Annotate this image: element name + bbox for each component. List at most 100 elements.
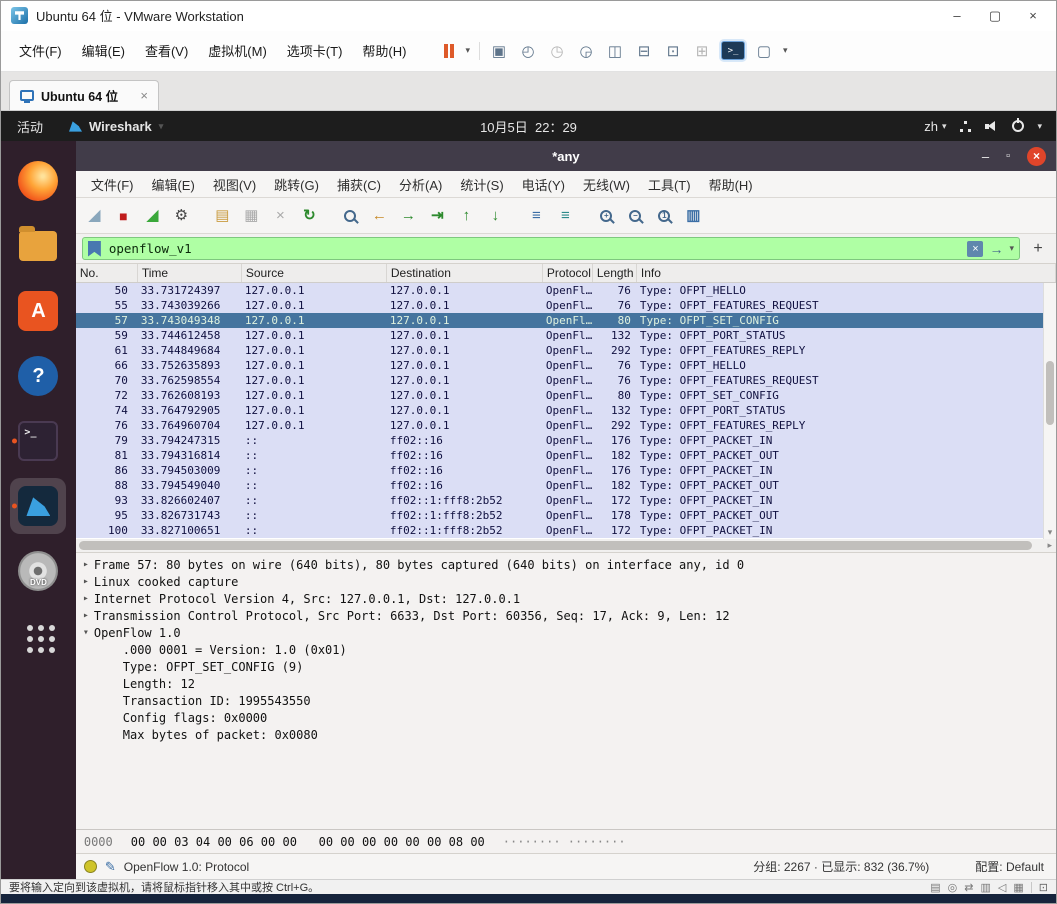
go-last-packet-icon[interactable]: ↓ <box>483 203 508 228</box>
volume-icon[interactable] <box>985 120 999 133</box>
packet-row[interactable]: 95 33.826731743 :: ff02::1:fff8:2b52 Ope… <box>75 508 1043 524</box>
find-packet-icon[interactable] <box>338 203 363 228</box>
minimize-button[interactable]: – <box>938 2 976 30</box>
packet-row[interactable]: 57 33.743049348 127.0.0.1 127.0.0.1 Open… <box>75 313 1043 329</box>
reload-file-icon[interactable]: ↻ <box>297 203 322 228</box>
vmware-menu-item[interactable]: 查看(V) <box>135 35 198 66</box>
colorize-packets-icon[interactable]: ≡ <box>524 203 549 228</box>
show-applications-icon[interactable] <box>10 608 66 664</box>
restart-capture-icon[interactable]: ◢ <box>140 203 165 228</box>
packet-row[interactable]: 55 33.743039266 127.0.0.1 127.0.0.1 Open… <box>75 298 1043 314</box>
packet-row[interactable]: 70 33.762598554 127.0.0.1 127.0.0.1 Open… <box>75 373 1043 389</box>
hex-dump-pane[interactable]: 0000 00 00 03 04 00 06 00 00 00 00 00 00… <box>75 829 1056 854</box>
wireshark-icon[interactable] <box>10 478 67 535</box>
expand-arrow-icon[interactable]: ▸ <box>78 576 94 587</box>
zoom-out-icon[interactable]: − <box>623 203 648 228</box>
vmware-menu-item[interactable]: 编辑(E) <box>72 35 135 66</box>
stop-capture-icon[interactable]: ■ <box>111 203 136 228</box>
resize-columns-icon[interactable]: ▥ <box>681 203 706 228</box>
suspend-button[interactable] <box>442 42 456 60</box>
close-button[interactable]: × <box>1027 146 1046 166</box>
filter-dropdown-icon[interactable]: ▾ <box>1009 243 1014 254</box>
column-header[interactable]: Info <box>637 264 1056 283</box>
horizontal-scrollbar[interactable]: ▸ <box>75 539 1056 554</box>
printer-icon[interactable]: ▦ <box>1013 881 1023 894</box>
profile-text[interactable]: 配置: Default <box>975 858 1044 875</box>
packet-row[interactable]: 81 33.794316814 :: ff02::16 OpenFl… 182 … <box>75 448 1043 464</box>
wireshark-menu-item[interactable]: 编辑(E) <box>142 175 203 194</box>
column-header[interactable]: Time <box>138 264 242 283</box>
stretch-guest-button[interactable]: ▢ <box>754 41 774 61</box>
maximize-button[interactable]: ▫ <box>1006 150 1010 162</box>
column-header[interactable]: No. <box>76 264 138 283</box>
suspend-caret-icon[interactable]: ▾ <box>465 45 470 56</box>
packet-row[interactable]: 50 33.731724397 127.0.0.1 127.0.0.1 Open… <box>75 283 1043 299</box>
filter-bookmark-icon[interactable] <box>87 240 101 257</box>
take-snapshot-icon[interactable]: ◴ <box>518 41 538 61</box>
clock[interactable]: 10月5日 22：29 <box>480 117 577 136</box>
vertical-scrollbar[interactable]: ▾ <box>1043 283 1056 540</box>
detail-line[interactable]: ▸ Linux cooked capture <box>78 573 1056 590</box>
network-icon[interactable] <box>959 120 972 132</box>
start-capture-icon[interactable]: ◢ <box>82 203 107 228</box>
expand-arrow-icon[interactable]: ▾ <box>78 627 94 638</box>
packet-row[interactable]: 93 33.826602407 :: ff02::1:fff8:2b52 Ope… <box>75 493 1043 509</box>
revert-snapshot-icon[interactable]: ◷ <box>547 41 567 61</box>
detail-line[interactable]: Type: OFPT_SET_CONFIG (9) <box>78 658 1056 675</box>
wireshark-menu-item[interactable]: 工具(T) <box>639 175 700 194</box>
show-library-icon[interactable]: ◫ <box>605 41 625 61</box>
scroll-right-stepper[interactable]: ▸ <box>1047 540 1052 551</box>
show-thumbnail-bar-icon[interactable]: ⊟ <box>634 41 654 61</box>
detail-line[interactable]: Length: 12 <box>78 675 1056 692</box>
help-icon[interactable]: ? <box>10 348 66 404</box>
close-file-icon[interactable]: × <box>268 203 293 228</box>
packet-row[interactable]: 88 33.794549040 :: ff02::16 OpenFl… 182 … <box>75 478 1043 494</box>
detail-line[interactable]: ▾ OpenFlow 1.0 <box>78 624 1056 641</box>
wireshark-menu-item[interactable]: 帮助(H) <box>700 175 762 194</box>
expert-info-icon[interactable] <box>83 860 97 874</box>
wireshark-menu-item[interactable]: 统计(S) <box>451 175 512 194</box>
column-header[interactable]: Protocol <box>543 264 593 283</box>
packet-row[interactable]: 76 33.764960704 127.0.0.1 127.0.0.1 Open… <box>75 418 1043 434</box>
column-header[interactable]: Source <box>242 264 387 283</box>
column-header[interactable]: Destination <box>387 264 543 283</box>
tab-close-icon[interactable]: × <box>140 88 148 103</box>
packet-row[interactable]: 86 33.794503009 :: ff02::16 OpenFl… 176 … <box>75 463 1043 479</box>
power-icon[interactable] <box>1012 120 1025 133</box>
maximize-button[interactable]: ▢ <box>976 2 1014 30</box>
scroll-down-stepper[interactable]: ▾ <box>1044 527 1056 538</box>
zoom-reset-icon[interactable]: 1 <box>652 203 677 228</box>
expand-arrow-icon[interactable]: ▸ <box>78 559 94 570</box>
detail-line[interactable]: Transaction ID: 1995543550 <box>78 692 1056 709</box>
minimize-button[interactable]: – <box>982 149 989 164</box>
clear-filter-icon[interactable]: × <box>967 240 984 257</box>
save-file-icon[interactable]: ▦ <box>239 203 264 228</box>
wireshark-menu-item[interactable]: 视图(V) <box>204 175 265 194</box>
fullscreen-icon[interactable]: ⊡ <box>663 41 683 61</box>
firefox-icon[interactable] <box>10 153 66 209</box>
display-filter-input[interactable]: openflow_v1 × → ▾ <box>81 237 1020 261</box>
unity-mode-icon[interactable]: ⊞ <box>692 41 712 61</box>
terminal-icon[interactable]: >_ <box>10 413 66 469</box>
send-ctrl-alt-del-icon[interactable]: ▣ <box>489 41 509 61</box>
wireshark-titlebar[interactable]: *any – ▫ × <box>75 141 1056 172</box>
sound-icon[interactable]: ◁ <box>998 881 1006 894</box>
go-first-packet-icon[interactable]: ↑ <box>454 203 479 228</box>
add-filter-button[interactable]: + <box>1028 240 1048 258</box>
restore-layout-icon[interactable]: ⊡ <box>1039 881 1048 894</box>
vm-tab-ubuntu[interactable]: Ubuntu 64 位 × <box>9 80 159 111</box>
capture-options-icon[interactable]: ⚙ <box>169 203 194 228</box>
packet-row[interactable]: 66 33.752635893 127.0.0.1 127.0.0.1 Open… <box>75 358 1043 374</box>
wireshark-menu-item[interactable]: 捕获(C) <box>328 175 390 194</box>
detail-line[interactable]: Config flags: 0x0000 <box>78 709 1056 726</box>
packet-row[interactable]: 59 33.744612458 127.0.0.1 127.0.0.1 Open… <box>75 328 1043 344</box>
detail-line[interactable]: ▸ Internet Protocol Version 4, Src: 127.… <box>78 590 1056 607</box>
packet-row[interactable]: 100 33.827100651 :: ff02::1:fff8:2b52 Op… <box>75 523 1043 539</box>
message-log-icon[interactable]: ▤ <box>930 881 940 894</box>
packet-row[interactable]: 61 33.744849684 127.0.0.1 127.0.0.1 Open… <box>75 343 1043 359</box>
go-to-packet-icon[interactable]: ⇥ <box>425 203 450 228</box>
activities-button[interactable]: 活动 <box>1 117 59 136</box>
stretch-caret-icon[interactable]: ▾ <box>783 45 788 56</box>
close-button[interactable]: × <box>1014 2 1052 30</box>
column-header[interactable]: Length <box>593 264 637 283</box>
